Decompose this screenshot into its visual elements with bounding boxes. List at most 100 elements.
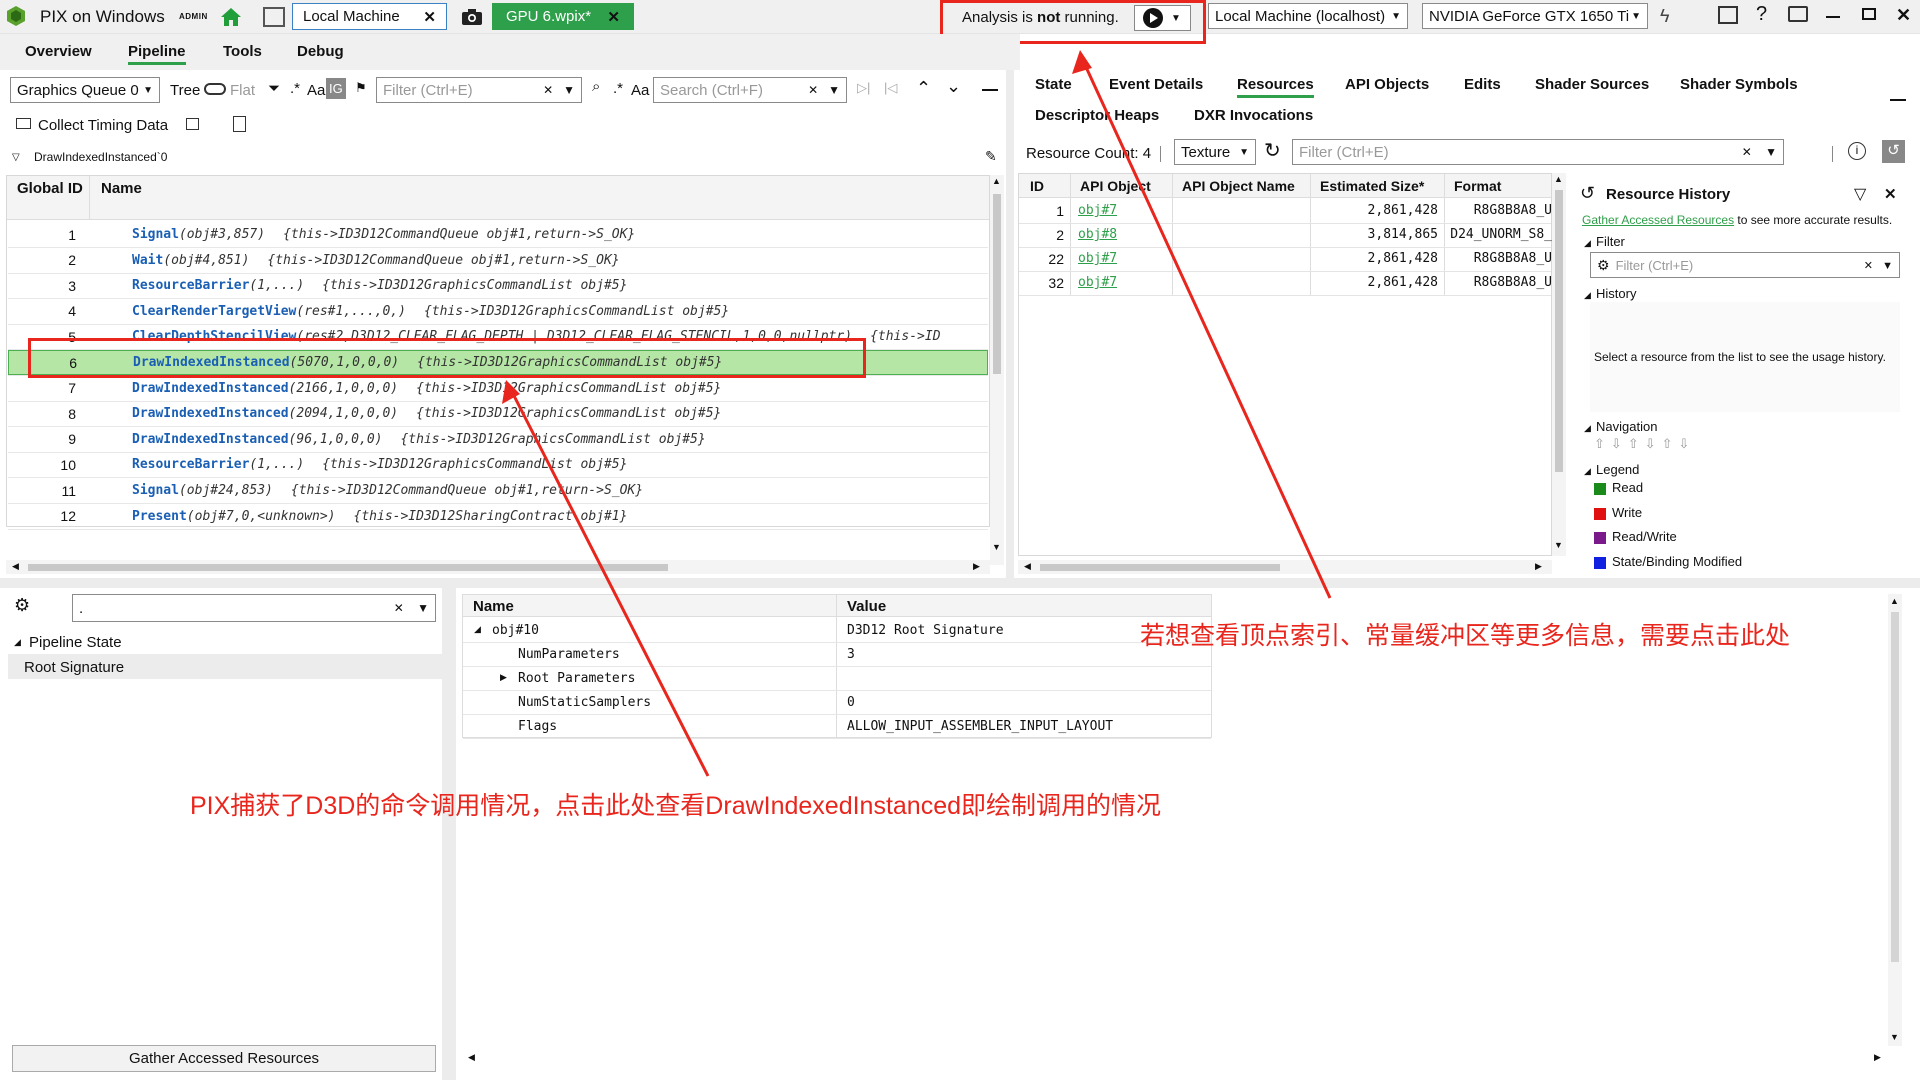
resources-scrollbar-thumb[interactable] [1555, 190, 1563, 472]
close-capture-icon[interactable]: ✕ [607, 8, 620, 26]
tab-shader-sources[interactable]: Shader Sources [1535, 76, 1649, 93]
minimize-icon[interactable] [1826, 16, 1840, 18]
close-icon[interactable]: ✕ [1884, 185, 1897, 203]
info-icon[interactable]: i [1848, 142, 1866, 160]
filter-section-toggle[interactable]: ◢ [1584, 238, 1591, 249]
next-marker-icon[interactable]: ▷| [857, 80, 870, 96]
collapse-panel-icon[interactable] [982, 89, 998, 91]
tab-pipeline[interactable]: Pipeline [128, 43, 186, 65]
clear-filter-icon[interactable]: ✕ ▼ [1864, 259, 1893, 272]
gear-icon[interactable]: ⚙ [1597, 257, 1610, 274]
expand-toggle-icon[interactable]: ▶ [500, 672, 507, 683]
event-row[interactable]: 3 ResourceBarrier(1,...) {this->ID3D12Grap… [8, 273, 988, 298]
funnel-icon[interactable]: ▽ [1854, 184, 1866, 204]
panel-collapse-icon[interactable] [1890, 99, 1906, 101]
scroll-down-icon[interactable]: ▼ [1554, 540, 1563, 550]
prev-marker-icon[interactable]: |◁ [884, 80, 897, 96]
event-row[interactable]: 10 ResourceBarrier(1,...) {this->ID3D12Gra… [8, 452, 988, 477]
vertical-splitter[interactable] [1006, 70, 1014, 578]
resource-api-object-link[interactable]: obj#7 [1078, 275, 1117, 290]
search-regex-toggle[interactable]: .* [613, 80, 623, 97]
search-icon[interactable]: ⌕ [592, 78, 600, 95]
tree-item-pipeline-state[interactable]: Pipeline State [29, 634, 122, 651]
history-filter-input[interactable]: ⚙ Filter (Ctrl+E) ✕ ▼ [1590, 252, 1900, 278]
flag-icon[interactable]: ⚑ [355, 80, 367, 96]
gather-resources-button[interactable]: Gather Accessed Resources [12, 1045, 436, 1072]
search-case-toggle[interactable]: Aa [631, 82, 649, 99]
nav-first-icon[interactable]: ⇧ [1594, 436, 1611, 451]
connection-tab[interactable]: Local Machine ✕ [292, 3, 447, 30]
tab-shader-symbols[interactable]: Shader Symbols [1680, 76, 1798, 93]
pencil-icon[interactable]: ✎ [985, 148, 997, 165]
property-row[interactable] [463, 619, 1211, 643]
event-row[interactable]: 8 DrawIndexedInstanced(2094,1,0,0,0) {this… [8, 401, 988, 426]
scroll-up-icon[interactable]: ▲ [992, 176, 1001, 186]
match-case-toggle[interactable]: Aa [307, 82, 325, 99]
scroll-left-icon[interactable]: ◀ [12, 561, 19, 572]
events-filter-input[interactable]: Filter (Ctrl+E) ✕ ▼ [376, 77, 582, 103]
legend-section-toggle[interactable]: ◢ [1584, 466, 1591, 477]
scroll-left-icon[interactable]: ◀ [468, 1052, 475, 1063]
funnel-icon[interactable]: ⏷ [268, 80, 280, 97]
refresh-icon[interactable]: ↻ [1264, 138, 1281, 163]
scroll-up-icon[interactable]: ▲ [1554, 174, 1563, 184]
scroll-right-icon[interactable]: ▶ [973, 561, 980, 572]
event-row[interactable]: 12 Present(obj#7,0,<unknown>) {this->ID3D1… [8, 504, 988, 529]
history-icon[interactable]: ↺ [1882, 140, 1905, 163]
gather-resources-link[interactable]: Gather Accessed Resources [1582, 213, 1734, 227]
resources-hscroll-thumb[interactable] [1040, 564, 1280, 571]
camera-icon[interactable] [461, 8, 483, 30]
resources-col-header[interactable]: ID [1030, 178, 1070, 194]
resources-col-header[interactable]: API Object Name [1182, 178, 1310, 194]
horizontal-splitter[interactable] [0, 578, 1920, 588]
regex-toggle[interactable]: .* [290, 80, 300, 97]
tab-debug[interactable]: Debug [297, 43, 344, 60]
chevron-down-icon[interactable]: ▼ [1171, 13, 1181, 24]
col-prop-value[interactable]: Value [847, 598, 886, 615]
collect-timing-button[interactable]: Collect Timing Data [38, 117, 168, 134]
col-name[interactable]: Name [101, 180, 142, 197]
resources-filter-input[interactable]: Filter (Ctrl+E) ✕ ▼ [1292, 139, 1784, 165]
resource-type-select[interactable]: Texture ▼ [1174, 139, 1256, 165]
nav-next-read-icon[interactable]: ⇩ [1645, 436, 1662, 451]
feedback-icon[interactable] [1718, 6, 1738, 24]
event-row[interactable]: 7 DrawIndexedInstanced(2166,1,0,0,0) {this… [8, 376, 988, 401]
history-section-toggle[interactable]: ◢ [1584, 290, 1591, 301]
tab-overview[interactable]: Overview [25, 43, 92, 60]
event-row[interactable]: 1 Signal(obj#3,857) {this->ID3D12CommandQu… [8, 222, 988, 247]
lightning-icon[interactable]: ϟ [1660, 6, 1670, 27]
queue-select[interactable]: Graphics Queue 0 ▼ [10, 77, 160, 103]
navigation-section-toggle[interactable]: ◢ [1584, 423, 1591, 434]
chevron-up-icon[interactable]: ⌃ [916, 78, 931, 99]
scroll-up-icon[interactable]: ▲ [1890, 596, 1899, 606]
resources-col-header[interactable]: Format [1454, 178, 1552, 194]
resource-api-object-link[interactable]: obj#7 [1078, 251, 1117, 266]
capture-tab[interactable]: GPU 6.wpix* ✕ [492, 3, 634, 30]
event-row[interactable]: 2 Wait(obj#4,851) {this->ID3D12CommandQueu… [8, 248, 988, 273]
resources-col-header[interactable]: API Object [1080, 178, 1172, 194]
nav-last-icon[interactable]: ⇩ [1611, 436, 1628, 451]
scroll-right-icon[interactable]: ▶ [1535, 561, 1542, 572]
machine-select[interactable]: Local Machine (localhost) ▼ [1208, 3, 1408, 29]
gear-icon[interactable]: ⚙ [14, 595, 30, 616]
clipboard-icon[interactable] [233, 116, 246, 132]
scroll-left-icon[interactable]: ◀ [1024, 561, 1031, 572]
properties-scrollbar-thumb[interactable] [1891, 612, 1899, 962]
tab-tools[interactable]: Tools [223, 43, 262, 60]
tab-api-objects[interactable]: API Objects [1345, 76, 1429, 93]
scroll-down-icon[interactable]: ▼ [1890, 1032, 1899, 1042]
home-icon[interactable] [220, 7, 242, 31]
col-prop-name[interactable]: Name [473, 598, 514, 615]
events-search-input[interactable]: Search (Ctrl+F) ✕ ▼ [653, 77, 847, 103]
help-icon[interactable]: ? [1756, 3, 1767, 26]
clear-filter-icon[interactable]: ✕ ▼ [543, 83, 575, 97]
clear-search-icon[interactable]: ✕ ▼ [394, 601, 429, 615]
resource-api-object-link[interactable]: obj#7 [1078, 203, 1117, 218]
scroll-down-icon[interactable]: ▼ [992, 542, 1001, 552]
events-hscroll-thumb[interactable] [28, 564, 668, 571]
nav-prev-read-icon[interactable]: ⇧ [1628, 436, 1645, 451]
state-search-input[interactable]: . ✕ ▼ [72, 594, 436, 622]
start-analysis-button[interactable]: ▼ [1134, 5, 1191, 31]
col-global-id[interactable]: Global ID [17, 180, 83, 197]
clear-search-icon[interactable]: ✕ ▼ [808, 83, 840, 97]
